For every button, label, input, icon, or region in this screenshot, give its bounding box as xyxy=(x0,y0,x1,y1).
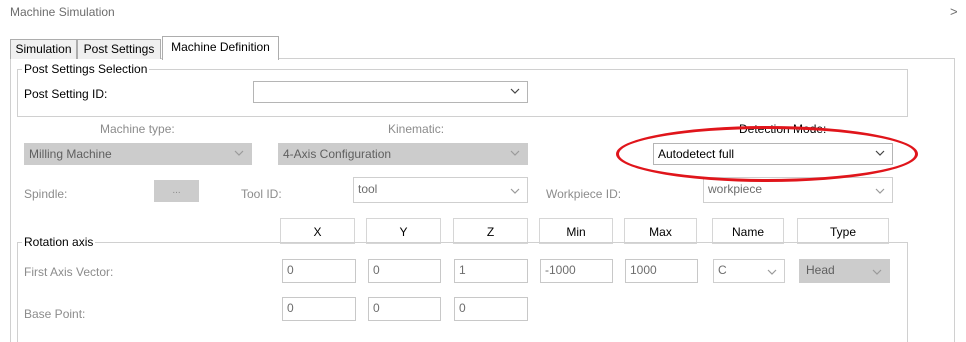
kinematic-dropdown[interactable]: 4-Axis Configuration xyxy=(278,143,528,165)
workpiece-id-dropdown[interactable]: workpiece xyxy=(703,177,893,203)
base-point-label: Base Point: xyxy=(24,307,86,321)
column-header-type: Type xyxy=(797,218,889,244)
detection-mode-dropdown[interactable]: Autodetect full xyxy=(653,143,893,165)
first-axis-max-field[interactable]: 1000 xyxy=(625,259,698,283)
tab-simulation[interactable]: Simulation xyxy=(10,39,77,59)
machine-type-dropdown[interactable]: Milling Machine xyxy=(24,143,252,165)
post-setting-id-dropdown[interactable] xyxy=(253,81,528,103)
rotation-axis-legend: Rotation axis xyxy=(22,235,96,249)
chevron-down-icon xyxy=(875,148,885,158)
column-header-y: Y xyxy=(366,218,441,244)
first-axis-y-field[interactable]: 0 xyxy=(368,259,441,283)
spindle-browse-button[interactable]: ... xyxy=(154,180,199,202)
detection-mode-label: Detection Mode: xyxy=(739,122,827,136)
tab-machine-definition[interactable]: Machine Definition xyxy=(162,36,279,60)
chevron-down-icon xyxy=(767,267,777,277)
machine-type-value: Milling Machine xyxy=(29,147,112,161)
workpiece-id-value: workpiece xyxy=(708,182,763,196)
first-axis-type-value: Head xyxy=(806,263,835,277)
column-header-z: Z xyxy=(453,218,528,244)
chevron-down-icon xyxy=(234,148,244,158)
tab-post-settings[interactable]: Post Settings xyxy=(77,39,161,59)
first-axis-z-field[interactable]: 1 xyxy=(454,259,528,283)
first-axis-x-field[interactable]: 0 xyxy=(282,259,356,283)
workpiece-id-label: Workpiece ID: xyxy=(546,187,622,201)
chevron-down-icon xyxy=(510,86,520,96)
first-axis-type-dropdown[interactable]: Head xyxy=(799,259,890,283)
chevron-down-icon xyxy=(875,186,885,196)
close-icon[interactable]: > xyxy=(950,4,958,19)
first-axis-vector-label: First Axis Vector: xyxy=(24,265,114,279)
spindle-label: Spindle: xyxy=(24,187,68,201)
column-header-x: X xyxy=(280,218,355,244)
first-axis-min-field[interactable]: -1000 xyxy=(540,259,613,283)
base-point-y-field[interactable]: 0 xyxy=(368,297,441,321)
kinematic-label: Kinematic: xyxy=(388,122,445,136)
first-axis-name-value: C xyxy=(718,263,727,277)
kinematic-value: 4-Axis Configuration xyxy=(283,147,392,161)
window-title: Machine Simulation xyxy=(10,5,115,19)
chevron-down-icon xyxy=(510,148,520,158)
post-setting-id-label: Post Setting ID: xyxy=(24,87,108,101)
base-point-x-field[interactable]: 0 xyxy=(282,297,356,321)
column-header-name: Name xyxy=(712,218,784,244)
rotation-axis-group xyxy=(17,242,908,342)
tool-id-value: tool xyxy=(358,182,378,196)
column-header-min: Min xyxy=(539,218,613,244)
tool-id-label: Tool ID: xyxy=(241,187,282,201)
detection-mode-value: Autodetect full xyxy=(658,147,735,161)
tool-id-dropdown[interactable]: tool xyxy=(353,177,528,203)
chevron-down-icon xyxy=(872,267,882,277)
base-point-z-field[interactable]: 0 xyxy=(454,297,528,321)
post-settings-legend: Post Settings Selection xyxy=(22,62,150,76)
column-header-max: Max xyxy=(624,218,697,244)
machine-type-label: Machine type: xyxy=(100,122,175,136)
chevron-down-icon xyxy=(510,186,520,196)
first-axis-name-dropdown[interactable]: C xyxy=(713,259,785,283)
